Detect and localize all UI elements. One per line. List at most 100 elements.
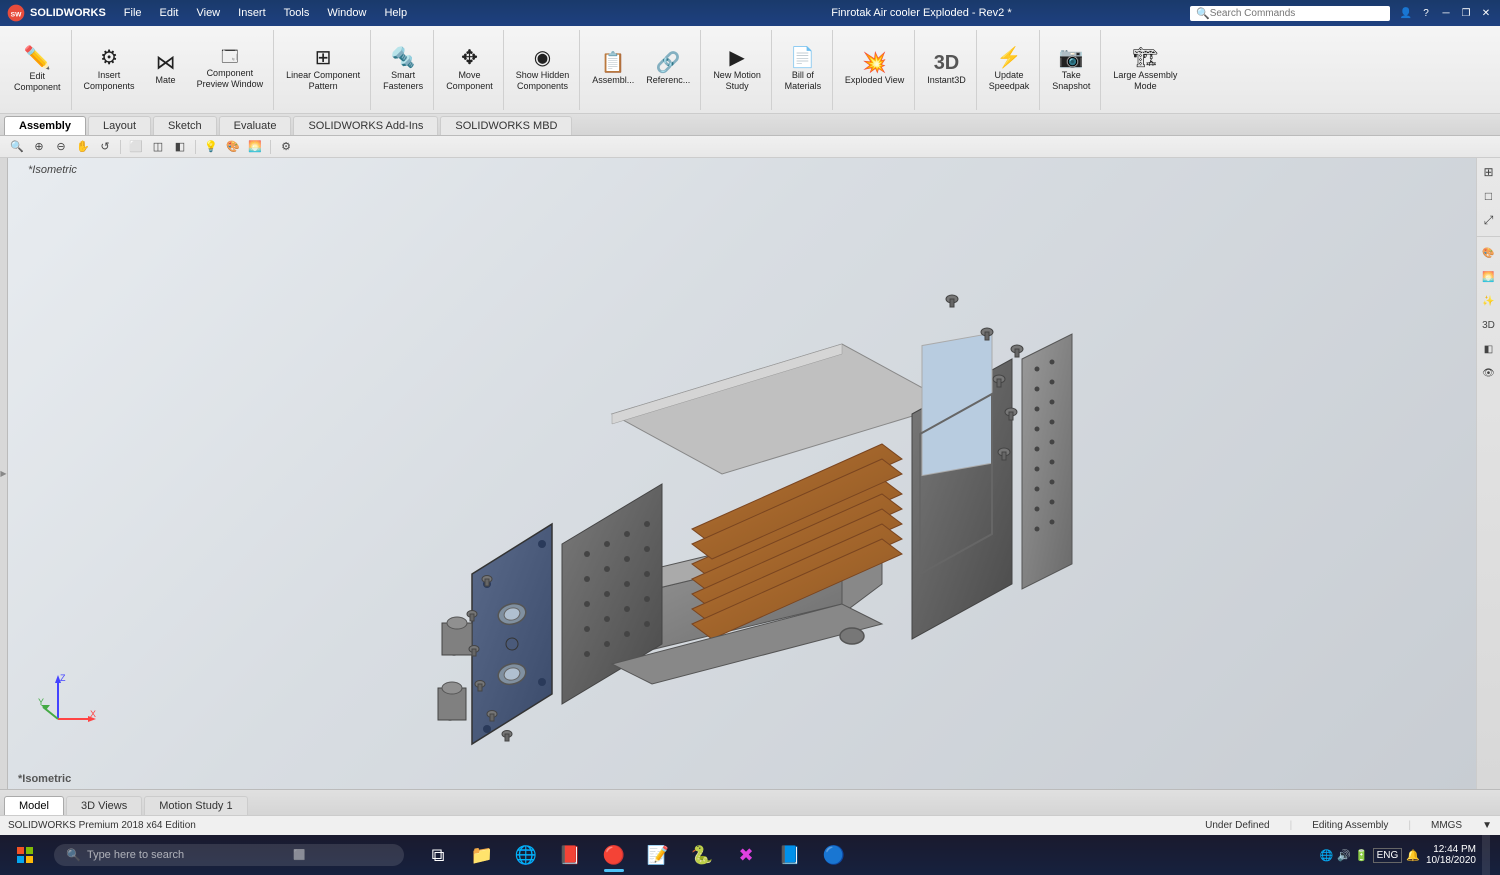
toolbar-group-move: ✥ MoveComponent xyxy=(436,30,504,110)
menu-help[interactable]: Help xyxy=(376,5,415,21)
view-zoom-out[interactable]: ⊖ xyxy=(52,138,70,156)
references-btn[interactable]: 🔗 Referenc... xyxy=(640,35,696,105)
view-rotate[interactable]: ↺ xyxy=(96,138,114,156)
app-9-btn[interactable]: 🔵 xyxy=(812,835,856,875)
tab-solidworks-addins[interactable]: SOLIDWORKS Add-Ins xyxy=(293,116,438,135)
edit-component-btn[interactable]: ✏️ EditComponent xyxy=(8,35,67,105)
sticky-notes-btn[interactable]: 📝 xyxy=(636,835,680,875)
3d-viewport[interactable]: *Isometric xyxy=(8,158,1476,789)
xmind-btn[interactable]: ✖ xyxy=(724,835,768,875)
linear-component-pattern-btn[interactable]: ⊞ Linear ComponentPattern xyxy=(280,35,366,105)
move-component-btn[interactable]: ✥ MoveComponent xyxy=(440,35,499,105)
help-btn[interactable]: ? xyxy=(1418,5,1434,21)
svg-text:Z: Z xyxy=(60,673,66,683)
main-toolbar: ✏️ EditComponent ⚙ InsertComponents ⋈ Ma… xyxy=(0,26,1500,114)
btab-3d-views[interactable]: 3D Views xyxy=(66,796,142,815)
tab-solidworks-mbd[interactable]: SOLIDWORKS MBD xyxy=(440,116,572,135)
menu-file[interactable]: File xyxy=(116,5,150,21)
btab-model[interactable]: Model xyxy=(4,796,64,815)
references-label: Referenc... xyxy=(646,75,690,86)
rp-display[interactable]: ◧ xyxy=(1479,339,1499,359)
tab-evaluate[interactable]: Evaluate xyxy=(219,116,292,135)
close-btn[interactable]: ✕ xyxy=(1478,5,1494,21)
pycharm-btn[interactable]: 🐍 xyxy=(680,835,724,875)
mate-btn[interactable]: ⋈ Mate xyxy=(141,35,191,105)
view-lights[interactable]: 💡 xyxy=(202,138,220,156)
rp-full-screen[interactable]: ⤢ xyxy=(1479,210,1499,230)
bill-of-materials-btn[interactable]: 📄 Bill ofMaterials xyxy=(778,35,828,105)
menu-window[interactable]: Window xyxy=(319,5,374,21)
rp-view-selector[interactable]: ⊞ xyxy=(1479,162,1499,182)
minimize-btn[interactable]: ─ xyxy=(1438,5,1454,21)
toolbar-group-exploded: 💥 Exploded View xyxy=(835,30,915,110)
battery-tray-icon[interactable]: 🔋 xyxy=(1355,849,1369,862)
smart-fasteners-btn[interactable]: 🔩 SmartFasteners xyxy=(377,35,429,105)
new-motion-study-btn[interactable]: ▶ New MotionStudy xyxy=(707,35,767,105)
tab-assembly[interactable]: Assembly xyxy=(4,116,86,135)
bottom-tab-bar: Model 3D Views Motion Study 1 xyxy=(0,789,1500,815)
left-panel-collapsed[interactable]: ▶ xyxy=(0,158,8,789)
taskbar-search[interactable]: 🔍 ⬜ xyxy=(54,844,404,866)
menu-insert[interactable]: Insert xyxy=(230,5,274,21)
taskbar-search-input[interactable] xyxy=(87,849,287,861)
take-snapshot-btn[interactable]: 📷 TakeSnapshot xyxy=(1046,35,1096,105)
rp-scene[interactable]: 🌅 xyxy=(1479,267,1499,287)
rp-3d-mode[interactable]: 3D xyxy=(1479,315,1499,335)
tab-sketch[interactable]: Sketch xyxy=(153,116,217,135)
tab-layout[interactable]: Layout xyxy=(88,116,151,135)
tray-icons: 🌐 🔊 🔋 ENG 🔔 xyxy=(1319,848,1419,863)
chrome-btn[interactable]: 🌐 xyxy=(504,835,548,875)
show-desktop-btn[interactable] xyxy=(1482,835,1490,875)
assembly-study-btn[interactable]: 📋 Assembl... xyxy=(586,35,640,105)
user-icon[interactable]: 👤 xyxy=(1398,5,1414,21)
rp-hide-show[interactable]: 👁 xyxy=(1479,363,1499,383)
svg-text:X: X xyxy=(90,709,96,719)
file-explorer-btn[interactable]: 📁 xyxy=(460,835,504,875)
rp-realview[interactable]: ✨ xyxy=(1479,291,1499,311)
large-assembly-mode-icon: 🏗 xyxy=(1133,48,1158,68)
menu-edit[interactable]: Edit xyxy=(152,5,187,21)
update-speedpak-btn[interactable]: ⚡ UpdateSpeedpak xyxy=(983,35,1036,105)
word-btn[interactable]: 📘 xyxy=(768,835,812,875)
exploded-view-label: Exploded View xyxy=(845,75,904,86)
task-view-btn[interactable]: ⧉ xyxy=(416,835,460,875)
move-component-icon: ✥ xyxy=(461,48,478,68)
status-bar: SOLIDWORKS Premium 2018 x64 Edition Unde… xyxy=(0,815,1500,835)
exploded-view-btn[interactable]: 💥 Exploded View xyxy=(839,35,910,105)
component-preview-btn[interactable]: 🗔 ComponentPreview Window xyxy=(191,35,270,105)
windows-start-btn[interactable] xyxy=(0,835,50,875)
units-dropdown-icon[interactable]: ▼ xyxy=(1482,820,1492,831)
network-tray-icon[interactable]: 🌐 xyxy=(1319,849,1333,862)
rp-normal-view[interactable]: □ xyxy=(1479,186,1499,206)
view-section[interactable]: ⬜ xyxy=(127,138,145,156)
view-zoom-to-fit[interactable]: 🔍 xyxy=(8,138,26,156)
restore-btn[interactable]: ❐ xyxy=(1458,5,1474,21)
view-zoom-in[interactable]: ⊕ xyxy=(30,138,48,156)
view-shaded[interactable]: ◧ xyxy=(171,138,189,156)
view-pan[interactable]: ✋ xyxy=(74,138,92,156)
bill-of-materials-icon: 📄 xyxy=(790,48,815,68)
menu-view[interactable]: View xyxy=(188,5,228,21)
update-speedpak-icon: ⚡ xyxy=(997,48,1022,68)
btab-motion-study-1[interactable]: Motion Study 1 xyxy=(144,796,247,815)
acrobat-btn[interactable]: 📕 xyxy=(548,835,592,875)
toolbar-group-pattern: ⊞ Linear ComponentPattern xyxy=(276,30,371,110)
large-assembly-mode-btn[interactable]: 🏗 Large AssemblyMode xyxy=(1107,35,1183,105)
search-commands-input[interactable] xyxy=(1210,8,1370,19)
rp-appearance[interactable]: 🎨 xyxy=(1479,243,1499,263)
instant3d-btn[interactable]: 3D Instant3D xyxy=(921,35,972,105)
volume-tray-icon[interactable]: 🔊 xyxy=(1337,849,1351,862)
lang-indicator[interactable]: ENG xyxy=(1373,848,1403,863)
view-wireframe[interactable]: ◫ xyxy=(149,138,167,156)
menu-tools[interactable]: Tools xyxy=(276,5,318,21)
insert-components-label: InsertComponents xyxy=(84,70,135,92)
search-commands-bar[interactable]: 🔍 xyxy=(1190,6,1390,21)
notifications-icon[interactable]: 🔔 xyxy=(1406,849,1420,862)
solidworks-app-btn[interactable]: 🔴 xyxy=(592,835,636,875)
view-appearance[interactable]: 🎨 xyxy=(224,138,242,156)
view-options[interactable]: ⚙ xyxy=(277,138,295,156)
insert-components-btn[interactable]: ⚙ InsertComponents xyxy=(78,35,141,105)
clock: 12:44 PM 10/18/2020 xyxy=(1426,844,1476,866)
show-hidden-components-btn[interactable]: ◉ Show HiddenComponents xyxy=(510,35,576,105)
view-scene[interactable]: 🌅 xyxy=(246,138,264,156)
